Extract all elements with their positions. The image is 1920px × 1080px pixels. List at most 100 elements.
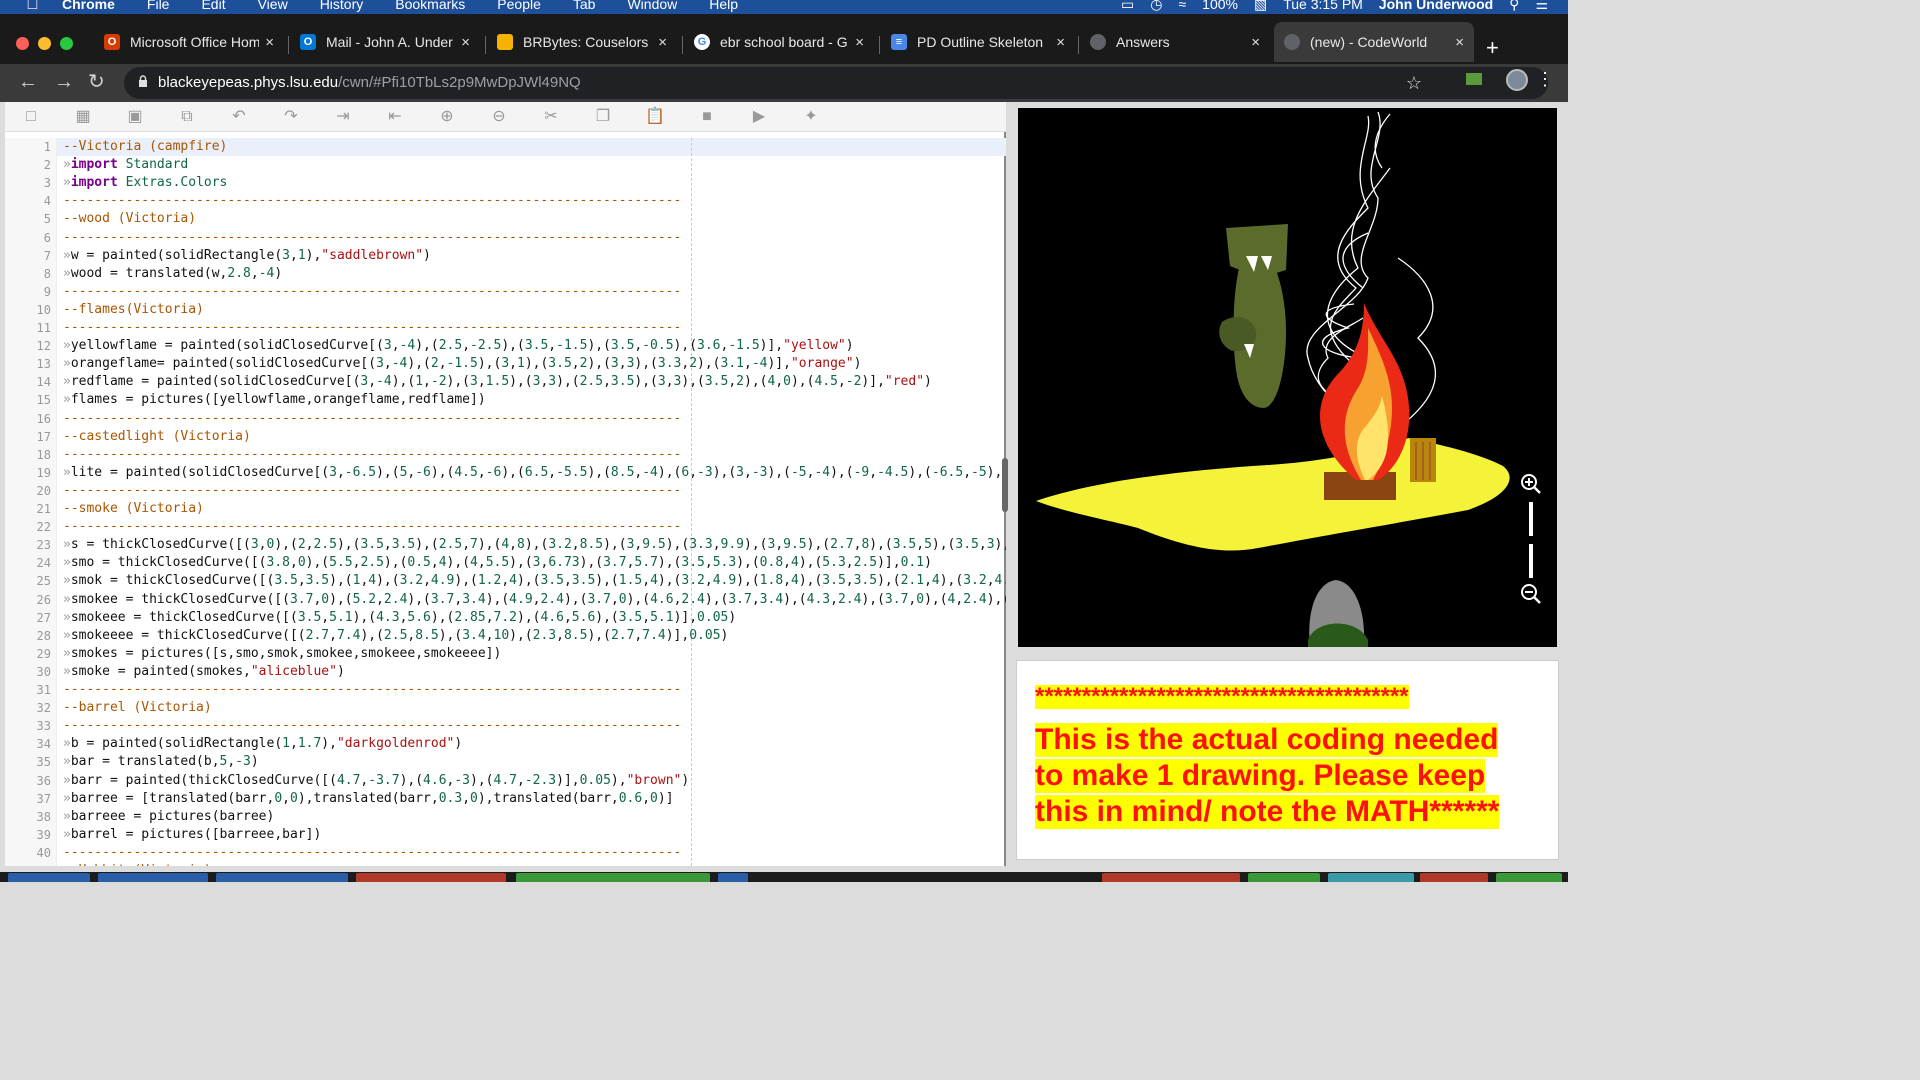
window-close-button[interactable]	[16, 37, 29, 50]
paste-icon[interactable]: 📋	[645, 108, 665, 126]
dock-item[interactable]	[8, 873, 90, 882]
menu-help[interactable]: Help	[709, 0, 738, 13]
wifi-icon[interactable]: ≈	[1178, 0, 1186, 13]
tab-close-icon[interactable]: ×	[1251, 34, 1260, 51]
code-line[interactable]: ----------------------------------------…	[63, 518, 681, 536]
reload-icon[interactable]: ↻	[88, 72, 105, 92]
code-line[interactable]: »barrel = pictures([barreee,bar])	[63, 826, 321, 844]
apple-logo-icon[interactable]: 	[26, 0, 40, 13]
dock-item[interactable]	[356, 873, 506, 882]
code-line[interactable]: »wood = translated(w,2.8,-4)	[63, 265, 282, 283]
forward-icon[interactable]: →	[54, 72, 74, 92]
dock-item[interactable]	[516, 873, 710, 882]
new-file-icon[interactable]: □	[21, 108, 41, 126]
menu-file[interactable]: File	[147, 0, 170, 13]
zoom-in-icon[interactable]: ⊕	[437, 108, 457, 126]
stop-icon[interactable]: ■	[697, 108, 717, 126]
code-line[interactable]: »import Standard	[63, 156, 188, 174]
bookmark-star-icon[interactable]: ☆	[1406, 73, 1422, 94]
spotlight-search-icon[interactable]: ⚲	[1509, 0, 1519, 13]
code-line[interactable]: ----------------------------------------…	[63, 681, 681, 699]
notification-center-icon[interactable]: ☰	[1535, 0, 1548, 13]
code-line[interactable]: ----------------------------------------…	[63, 410, 681, 428]
code-line[interactable]: --Hobbit (Victoria)	[63, 862, 212, 866]
cast-icon[interactable]	[1466, 73, 1482, 85]
tab-mail[interactable]: O Mail - John A. Under ×	[290, 22, 480, 62]
airplay-icon[interactable]: ▭	[1121, 0, 1134, 13]
code-line[interactable]: »b = painted(solidRectangle(1,1.7),"dark…	[63, 735, 462, 753]
code-line[interactable]: »barr = painted(thickClosedCurve([(4.7,-…	[63, 772, 689, 790]
zoom-slider[interactable]	[1529, 502, 1533, 578]
code-line[interactable]: »smo = thickClosedCurve([(3.8,0),(5.5,2.…	[63, 554, 932, 572]
code-line[interactable]: »smokes = pictures([s,smo,smok,smokee,sm…	[63, 645, 501, 663]
dock-item[interactable]	[98, 873, 208, 882]
code-line[interactable]: »import Extras.Colors	[63, 174, 227, 192]
indent-icon[interactable]: ⇥	[333, 108, 353, 126]
code-line[interactable]: »redflame = painted(solidClosedCurve[(3,…	[63, 373, 932, 391]
tab-close-icon[interactable]: ×	[658, 34, 667, 51]
code-line[interactable]: ----------------------------------------…	[63, 192, 681, 210]
code-line[interactable]: --wood (Victoria)	[63, 210, 196, 228]
dock-item[interactable]	[718, 873, 748, 882]
menu-history[interactable]: History	[320, 0, 364, 13]
battery-percent[interactable]: 100%	[1202, 0, 1238, 13]
code-line[interactable]: »yellowflame = painted(solidClosedCurve[…	[63, 337, 854, 355]
zoom-out-icon[interactable]: ⊖	[489, 108, 509, 126]
run-icon[interactable]: ▶	[749, 108, 769, 126]
code-line[interactable]: »flames = pictures([yellowflame,orangefl…	[63, 391, 486, 409]
editor-resize-handle[interactable]	[1002, 458, 1008, 512]
magic-wand-icon[interactable]: ✦	[801, 108, 821, 126]
lock-icon[interactable]	[138, 75, 148, 87]
undo-icon[interactable]: ↶	[229, 108, 249, 126]
save-icon[interactable]: ▦	[73, 108, 93, 126]
address-bar[interactable]: blackeyepeas.phys.lsu.edu/cwn/#Pfi10TbLs…	[124, 67, 1548, 99]
app-menu[interactable]: Chrome	[62, 0, 115, 13]
outdent-icon[interactable]: ⇤	[385, 108, 405, 126]
code-line[interactable]: »barreee = pictures(barree)	[63, 808, 274, 826]
tab-google-search[interactable]: G ebr school board - G ×	[684, 22, 874, 62]
new-tab-button[interactable]: +	[1486, 37, 1499, 59]
copy-icon[interactable]: ❐	[593, 108, 613, 126]
code-line[interactable]: »orangeflame= painted(solidClosedCurve[(…	[63, 355, 861, 373]
code-line[interactable]: »barree = [translated(barr,0,0),translat…	[63, 790, 674, 808]
code-line[interactable]: »s = thickClosedCurve([(3,0),(2,2.5),(3.…	[63, 536, 1006, 554]
menu-view[interactable]: View	[258, 0, 288, 13]
tab-answers[interactable]: Answers ×	[1080, 22, 1270, 62]
menu-edit[interactable]: Edit	[201, 0, 225, 13]
menu-people[interactable]: People	[497, 0, 541, 13]
dock-item[interactable]	[216, 873, 348, 882]
dock-item[interactable]	[1102, 873, 1240, 882]
code-line[interactable]: ----------------------------------------…	[63, 283, 681, 301]
dock-item[interactable]	[1496, 873, 1562, 882]
code-line[interactable]: ----------------------------------------…	[63, 319, 681, 337]
dock-item[interactable]	[1248, 873, 1320, 882]
tab-close-icon[interactable]: ×	[461, 34, 470, 51]
time-machine-icon[interactable]: ◷	[1150, 0, 1162, 13]
user-name[interactable]: John Underwood	[1379, 0, 1493, 13]
code-line[interactable]: ----------------------------------------…	[63, 482, 681, 500]
code-line[interactable]: »w = painted(solidRectangle(3,1),"saddle…	[63, 247, 431, 265]
redo-icon[interactable]: ↷	[281, 108, 301, 126]
tab-close-icon[interactable]: ×	[1455, 34, 1464, 51]
tab-close-icon[interactable]: ×	[1056, 34, 1065, 51]
code-line[interactable]: --smoke (Victoria)	[63, 500, 204, 518]
menu-window[interactable]: Window	[627, 0, 677, 13]
window-minimize-button[interactable]	[38, 37, 51, 50]
back-icon[interactable]: ←	[18, 72, 38, 92]
code-line[interactable]: ----------------------------------------…	[63, 446, 681, 464]
menu-bookmarks[interactable]: Bookmarks	[395, 0, 465, 13]
tab-close-icon[interactable]: ×	[265, 34, 274, 51]
cut-icon[interactable]: ✂	[541, 108, 561, 126]
code-line[interactable]: ----------------------------------------…	[63, 844, 681, 862]
search-doc-icon[interactable]: ▣	[125, 108, 145, 126]
code-line[interactable]: --castedlight (Victoria)	[63, 428, 251, 446]
window-maximize-button[interactable]	[60, 37, 73, 50]
code-area[interactable]: --Victoria (campfire) »import Standard »im…	[57, 138, 1006, 866]
url-text[interactable]: blackeyepeas.phys.lsu.edu/cwn/#Pfi10TbLs…	[158, 74, 581, 91]
tab-pd-outline[interactable]: ≡ PD Outline Skeleton ×	[881, 22, 1075, 62]
copy-doc-icon[interactable]: ⧉	[177, 108, 197, 126]
code-line[interactable]: --barrel (Victoria)	[63, 699, 212, 717]
code-line[interactable]: »smokeee = thickClosedCurve([(3.5,5.1),(…	[63, 609, 736, 627]
menu-kebab-icon[interactable]: ⋮	[1536, 69, 1554, 90]
tab-brbytes[interactable]: BRBytes: Couselors · ×	[487, 22, 677, 62]
